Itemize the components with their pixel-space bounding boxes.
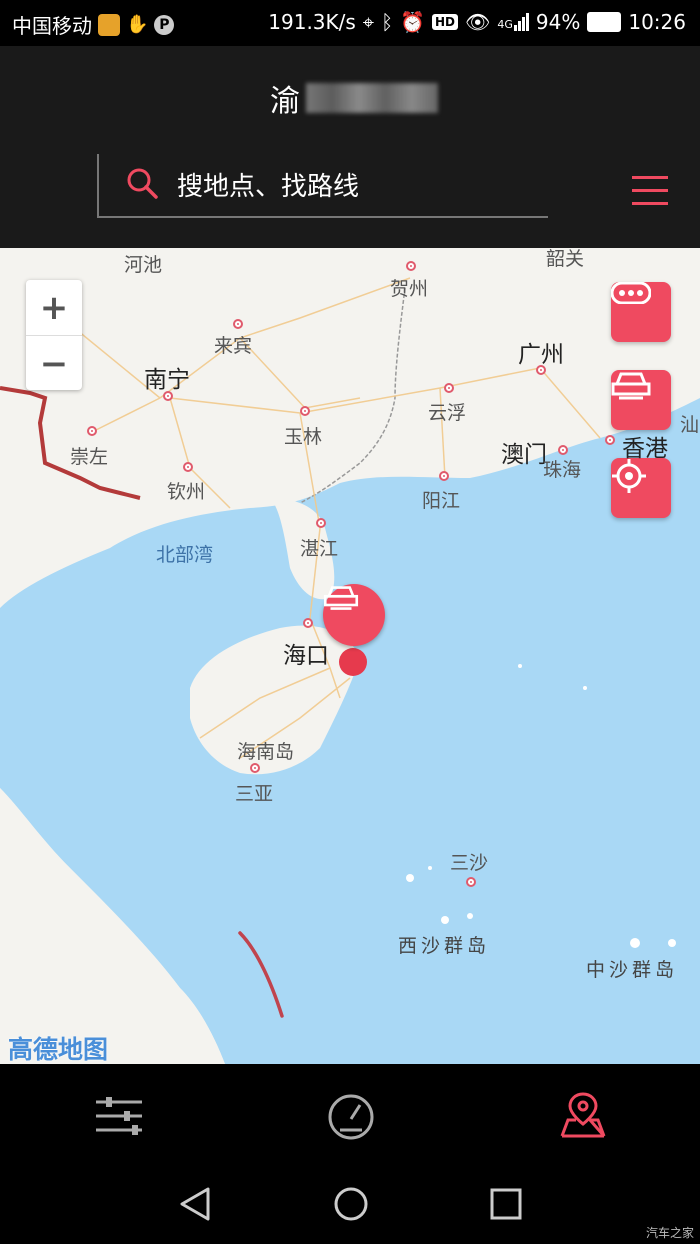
map-label: 广州 (518, 342, 564, 368)
my-location-button[interactable] (611, 458, 671, 518)
map-label: 南宁 (144, 367, 190, 393)
home-icon[interactable] (332, 1185, 370, 1223)
map-view[interactable]: + − 河池 贺州 韶关 来宾 南宁 广州 玉林 云浮 崇左 钦州 澳门 珠海 … (0, 248, 700, 1064)
plate-prefix: 渝 (270, 84, 300, 119)
watermark: 汽车之家 (645, 1226, 694, 1240)
map-label: 三沙 (450, 852, 489, 874)
network-label: 4G (497, 18, 513, 31)
hand-icon: ✋ (126, 14, 149, 35)
map-label: 玉林 (284, 426, 323, 448)
city-dot (183, 462, 193, 472)
time-label: 10:26 (628, 10, 686, 34)
speed-label: 191.3K/s (268, 10, 356, 34)
more-options-button[interactable] (611, 282, 671, 342)
header: 渝 搜地点、找路线 (0, 46, 700, 248)
battery-icon (587, 12, 622, 32)
map-label: 崇左 (70, 446, 109, 468)
search-icon (127, 168, 158, 199)
map-label: 阳江 (422, 490, 461, 512)
map-label: 三亚 (235, 783, 274, 805)
parking-icon: P (154, 14, 175, 35)
map-location-icon[interactable] (558, 1090, 608, 1140)
car-icon (323, 586, 359, 610)
map-label: 湛江 (300, 538, 339, 560)
carrier-label: 中国移动 (12, 14, 92, 38)
plate-redacted (306, 83, 438, 113)
crosshair-icon (612, 459, 646, 493)
status-bar: 中国移动 ✋ P 191.3K/s ⌖ ᛒ ⏰ HD 👁 4G 94% 10:2… (0, 0, 700, 46)
location-icon: ⌖ (362, 10, 375, 34)
map-label: 海口 (283, 643, 329, 669)
zoom-out-button[interactable]: − (26, 336, 82, 391)
menu-icon[interactable] (630, 174, 670, 208)
car-position-marker[interactable] (323, 584, 385, 646)
alarm-icon: ⏰ (400, 10, 425, 34)
city-dot (233, 319, 243, 329)
map-label: 河池 (124, 254, 163, 276)
map-label: 钦州 (167, 481, 206, 503)
city-dot (303, 618, 313, 628)
city-dot (605, 435, 615, 445)
speedometer-icon[interactable] (326, 1092, 376, 1142)
map-label: 云浮 (428, 402, 467, 424)
dots-icon (611, 282, 651, 304)
city-dot (466, 877, 476, 887)
map-label: 贺州 (390, 278, 429, 300)
city-dot (250, 763, 260, 773)
system-nav-bar (0, 1166, 700, 1244)
city-dot (406, 261, 416, 271)
map-label: 来宾 (214, 335, 253, 357)
map-provider-logo: 高德地图 (8, 1035, 109, 1064)
license-plate: 渝 (270, 76, 438, 120)
map-label: 珠海 (543, 459, 582, 481)
car-icon (611, 372, 651, 400)
back-icon[interactable] (178, 1186, 212, 1222)
car-location-button[interactable] (611, 370, 671, 430)
map-label: 海南岛 (237, 741, 295, 763)
map-canvas (0, 277, 700, 1064)
zoom-in-button[interactable]: + (26, 280, 82, 335)
signal-icon: 4G (497, 13, 529, 31)
map-label: 香港 (622, 436, 668, 462)
search-bar[interactable]: 搜地点、找路线 (97, 154, 548, 218)
city-dot (558, 445, 568, 455)
bluetooth-icon: ᛒ (381, 10, 394, 34)
battery-percent: 94% (535, 10, 581, 34)
map-label: 澳门 (501, 442, 547, 468)
city-dot (87, 426, 97, 436)
map-label: 中沙群岛 (586, 959, 679, 981)
map-label: 韶关 (546, 248, 585, 270)
recents-icon[interactable] (489, 1187, 523, 1221)
settings-sliders-icon[interactable] (94, 1096, 144, 1136)
bottom-nav (0, 1064, 700, 1166)
map-label: 北部湾 (156, 544, 214, 566)
eye-icon: 👁 (464, 10, 491, 34)
city-dot (444, 383, 454, 393)
map-label: 汕 (680, 414, 700, 436)
city-dot (300, 406, 310, 416)
city-dot (439, 471, 449, 481)
map-label: 西沙群岛 (398, 935, 491, 957)
zoom-control: + − (26, 280, 82, 390)
hd-icon: HD (431, 14, 458, 30)
search-input[interactable]: 搜地点、找路线 (177, 166, 359, 203)
city-dot (316, 518, 326, 528)
weibo-icon (98, 13, 120, 36)
